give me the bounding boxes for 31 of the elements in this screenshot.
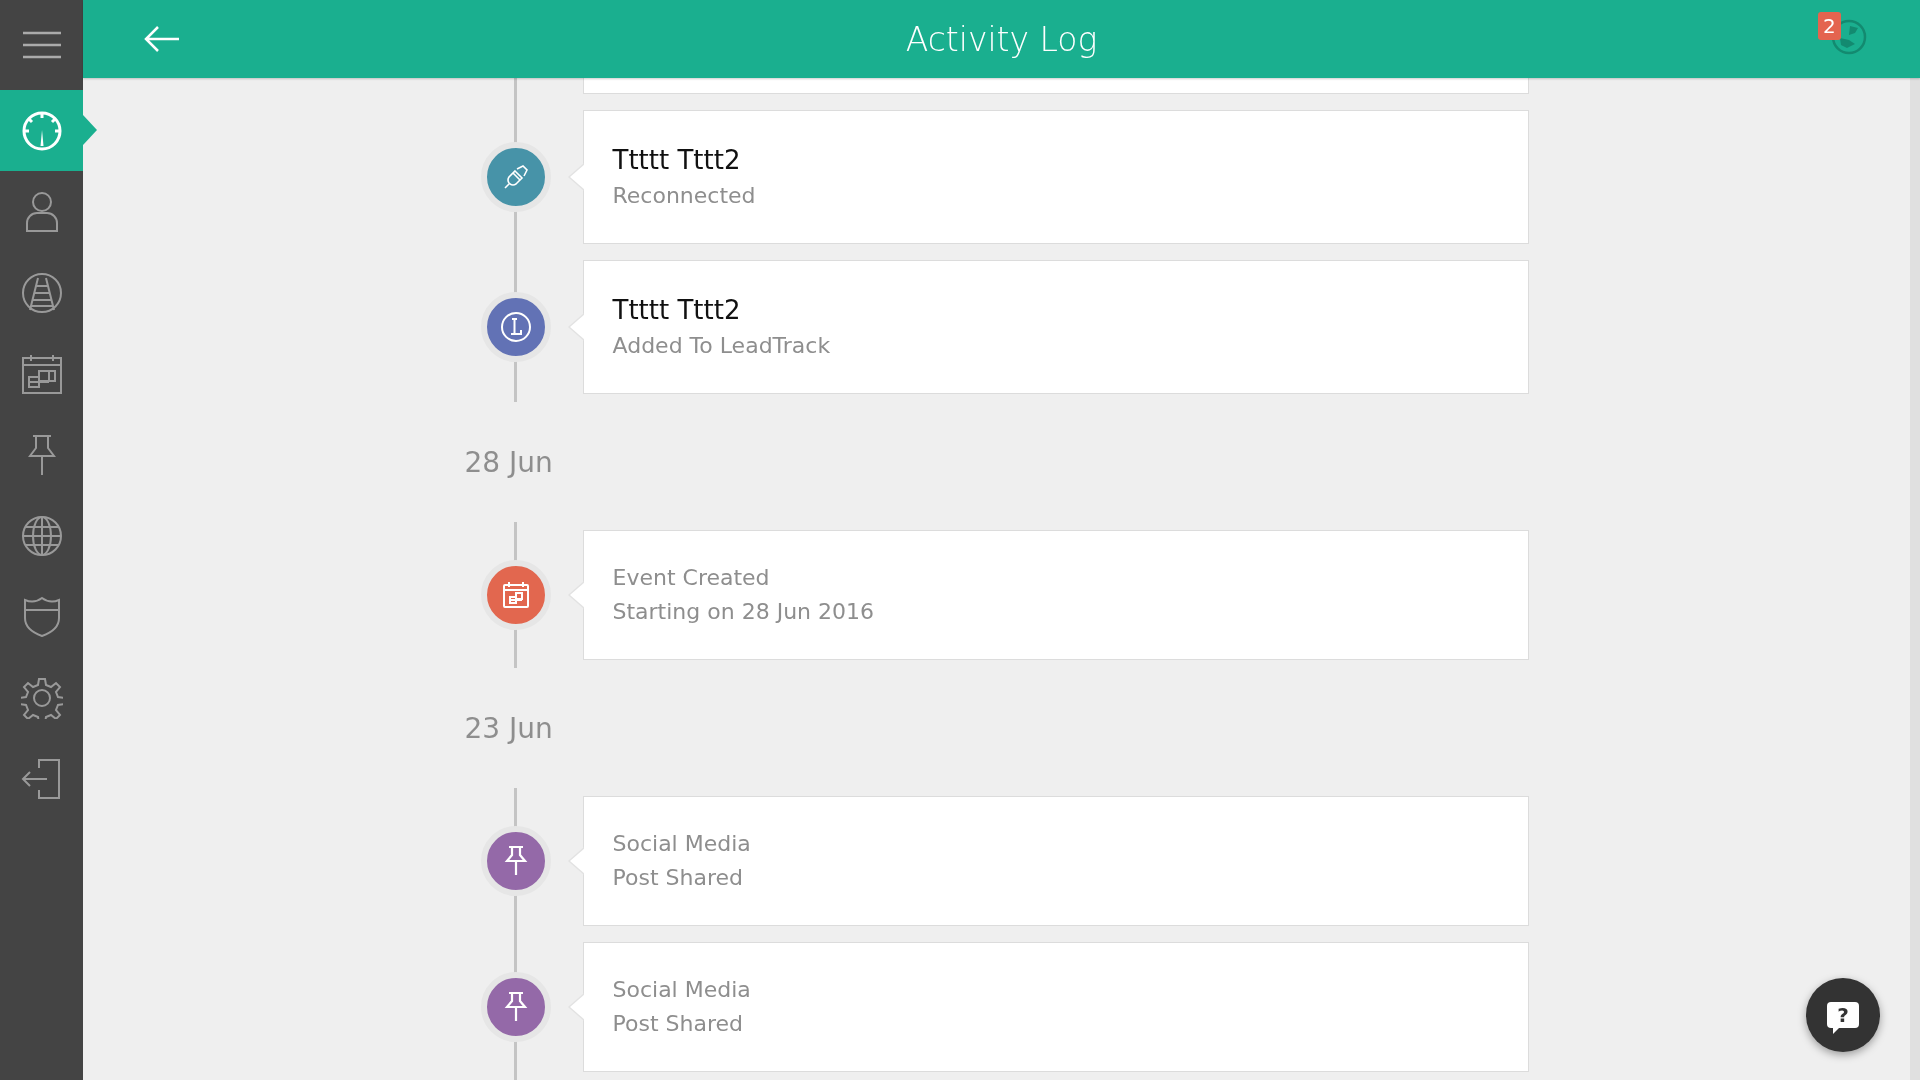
help-button[interactable]: ? xyxy=(1806,978,1880,1052)
page-title: Activity Log xyxy=(905,19,1098,59)
pushpin-icon xyxy=(26,433,57,476)
activity-text: Social Media xyxy=(612,976,752,1004)
activity-text: Starting on 28 Jun 2016 xyxy=(612,598,875,626)
activity-text: Event Created xyxy=(612,564,771,592)
gauge-icon xyxy=(20,109,63,152)
activity-text: Post Shared xyxy=(612,864,744,892)
date-heading: 28 Jun xyxy=(464,445,553,479)
activity-text: Post Shared xyxy=(612,1010,744,1038)
calendar-icon xyxy=(500,580,531,610)
date-heading: 23 Jun xyxy=(464,711,553,745)
calendar-icon xyxy=(20,352,63,395)
shield-icon xyxy=(22,595,61,638)
exit-icon xyxy=(20,757,63,800)
user-icon xyxy=(24,190,59,233)
globe-icon xyxy=(20,514,63,557)
notification-badge: 2 xyxy=(1818,12,1841,40)
activity-text: Social Media xyxy=(612,830,752,858)
gear-icon xyxy=(20,676,63,719)
contact-name: Ttttt Tttt2 xyxy=(612,294,742,327)
circled-letter-icon xyxy=(498,310,533,344)
railway-icon xyxy=(20,271,63,314)
pushpin-icon xyxy=(503,845,528,877)
activity-text: Reconnected xyxy=(612,182,757,210)
contact-name: Ttttt Tttt2 xyxy=(612,144,742,177)
activity-text: Added To LeadTrack xyxy=(612,332,832,360)
sidebar-item[interactable] xyxy=(0,90,83,171)
pushpin-icon xyxy=(503,991,528,1023)
selection-pointer xyxy=(83,115,97,145)
menu-icon[interactable] xyxy=(22,31,61,59)
